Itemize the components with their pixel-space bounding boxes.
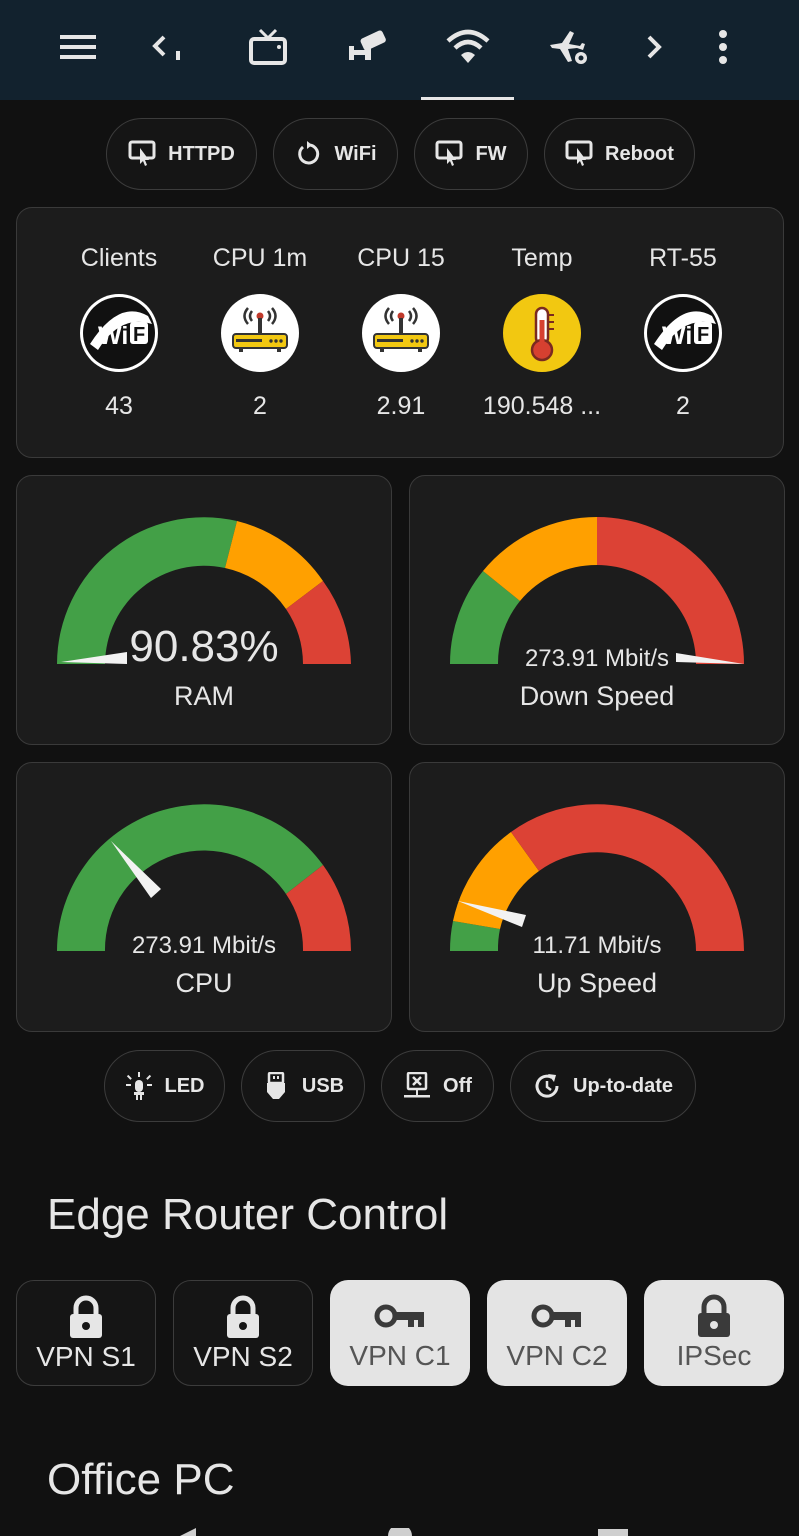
system-navigation-bar bbox=[0, 1528, 799, 1536]
vpn-c1-button[interactable]: VPN C1 bbox=[330, 1280, 470, 1386]
tv-icon[interactable] bbox=[240, 22, 296, 72]
active-tab-indicator bbox=[421, 97, 514, 100]
back-nav-icon[interactable] bbox=[180, 1528, 196, 1536]
key-icon bbox=[330, 1302, 470, 1330]
reboot-label: Reboot bbox=[605, 142, 674, 165]
network-off-button[interactable]: Off bbox=[381, 1050, 494, 1122]
network-off-icon bbox=[403, 1072, 431, 1100]
wifi-restart-label: WiFi bbox=[334, 142, 377, 165]
vpn-c2-button[interactable]: VPN C2 bbox=[487, 1280, 627, 1386]
led-icon bbox=[125, 1072, 153, 1100]
thermometer-icon bbox=[503, 294, 581, 372]
ram-value: 90.83% bbox=[129, 622, 279, 671]
down-speed-label: Down Speed bbox=[519, 681, 675, 711]
httpd-label: HTTPD bbox=[168, 142, 235, 165]
chevron-right-icon[interactable] bbox=[626, 22, 682, 72]
stat-value: 190.548 ... bbox=[482, 392, 602, 420]
usb-button[interactable]: USB bbox=[241, 1050, 365, 1122]
stat-label: CPU 1m bbox=[212, 244, 308, 272]
up-speed-label: Up Speed bbox=[536, 968, 658, 998]
svg-text:F: F bbox=[133, 324, 145, 346]
gauge-green-band bbox=[57, 804, 323, 951]
stat-value: 2.91 bbox=[376, 392, 426, 420]
stat-value: 2 bbox=[253, 392, 267, 420]
section-title-edge-router: Edge Router Control bbox=[47, 1190, 449, 1239]
gauge-card-down-speed[interactable]: 273.91 Mbit/s Down Speed bbox=[409, 475, 785, 745]
home-nav-icon[interactable] bbox=[388, 1528, 412, 1536]
section-title-office-pc: Office PC bbox=[47, 1455, 235, 1504]
ipsec-button[interactable]: IPSec bbox=[644, 1280, 784, 1386]
router-icon bbox=[362, 294, 440, 372]
svg-text:Wi: Wi bbox=[98, 322, 128, 350]
gauge-red-band bbox=[511, 804, 744, 951]
vpn-label: VPN S1 bbox=[36, 1341, 136, 1372]
vpn-label: VPN C1 bbox=[349, 1340, 451, 1371]
router-icon bbox=[221, 294, 299, 372]
stat-label: Temp bbox=[511, 244, 573, 272]
svg-text:F: F bbox=[697, 324, 709, 346]
remote-hand-icon bbox=[128, 140, 156, 168]
led-button[interactable]: LED bbox=[104, 1050, 225, 1122]
vpn-label: VPN C2 bbox=[506, 1340, 608, 1371]
usb-label: USB bbox=[301, 1074, 345, 1097]
chevron-left-icon[interactable] bbox=[138, 22, 194, 72]
fw-label: FW bbox=[475, 142, 507, 165]
gauge-red-band bbox=[597, 517, 744, 664]
vpn-label: IPSec bbox=[676, 1340, 752, 1371]
fw-button[interactable]: FW bbox=[414, 118, 528, 190]
remote-hand-icon bbox=[435, 140, 463, 168]
recents-nav-icon[interactable] bbox=[598, 1529, 628, 1536]
lock-icon bbox=[644, 1294, 784, 1338]
cpu-value: 273.91 Mbit/s bbox=[131, 932, 277, 959]
airplane-location-icon[interactable] bbox=[540, 22, 596, 72]
svg-text:Wi: Wi bbox=[662, 322, 692, 350]
update-button[interactable]: Up-to-date bbox=[510, 1050, 696, 1122]
stat-label: RT-55 bbox=[649, 244, 717, 272]
gauge-card-ram[interactable]: 90.83% RAM bbox=[16, 475, 392, 745]
vpn-s1-button[interactable]: VPN S1 bbox=[16, 1280, 156, 1386]
stat-label: CPU 15 bbox=[357, 244, 445, 272]
wifi-icon[interactable] bbox=[440, 22, 496, 72]
update-label: Up-to-date bbox=[573, 1074, 673, 1097]
cctv-camera-icon[interactable] bbox=[340, 22, 396, 72]
network-off-label: Off bbox=[443, 1074, 472, 1097]
top-navigation-bar bbox=[0, 0, 799, 100]
wifi-badge-icon: Wi F bbox=[644, 294, 722, 372]
gauge-card-up-speed[interactable]: 11.71 Mbit/s Up Speed bbox=[409, 762, 785, 1032]
stat-value: 2 bbox=[676, 392, 690, 420]
cpu-label: CPU bbox=[175, 968, 233, 998]
vpn-label: VPN S2 bbox=[193, 1341, 293, 1372]
httpd-button[interactable]: HTTPD bbox=[106, 118, 257, 190]
lock-icon bbox=[17, 1295, 155, 1339]
reboot-button[interactable]: Reboot bbox=[544, 118, 695, 190]
down-speed-value: 273.91 Mbit/s bbox=[524, 645, 670, 672]
wifi-badge-icon: Wi F bbox=[80, 294, 158, 372]
ram-label: RAM bbox=[174, 681, 234, 711]
gauge-card-cpu[interactable]: 273.91 Mbit/s CPU bbox=[16, 762, 392, 1032]
update-icon bbox=[533, 1072, 561, 1100]
wifi-restart-button[interactable]: WiFi bbox=[273, 118, 398, 190]
up-speed-value: 11.71 Mbit/s bbox=[532, 932, 662, 959]
more-vertical-icon[interactable] bbox=[695, 22, 751, 72]
menu-icon[interactable] bbox=[50, 22, 106, 72]
vpn-s2-button[interactable]: VPN S2 bbox=[173, 1280, 313, 1386]
stat-value: 43 bbox=[105, 392, 133, 420]
stats-card: Clients Wi F 43 CPU 1m 2 CPU 15 2.91 Temp… bbox=[16, 207, 784, 458]
restart-icon bbox=[294, 140, 322, 168]
lock-icon bbox=[174, 1295, 312, 1339]
led-label: LED bbox=[164, 1074, 205, 1097]
usb-icon bbox=[262, 1072, 290, 1100]
key-icon bbox=[487, 1302, 627, 1330]
stat-label: Clients bbox=[80, 244, 158, 272]
remote-hand-icon bbox=[565, 140, 593, 168]
